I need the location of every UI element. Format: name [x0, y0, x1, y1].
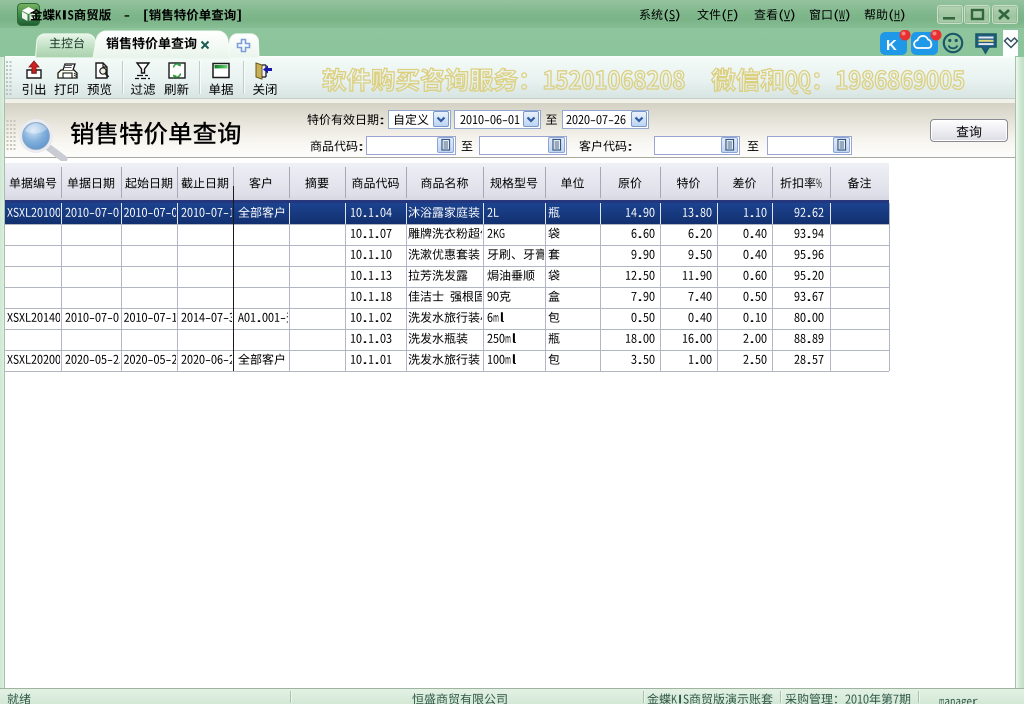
svg-text:K: K [886, 37, 897, 54]
